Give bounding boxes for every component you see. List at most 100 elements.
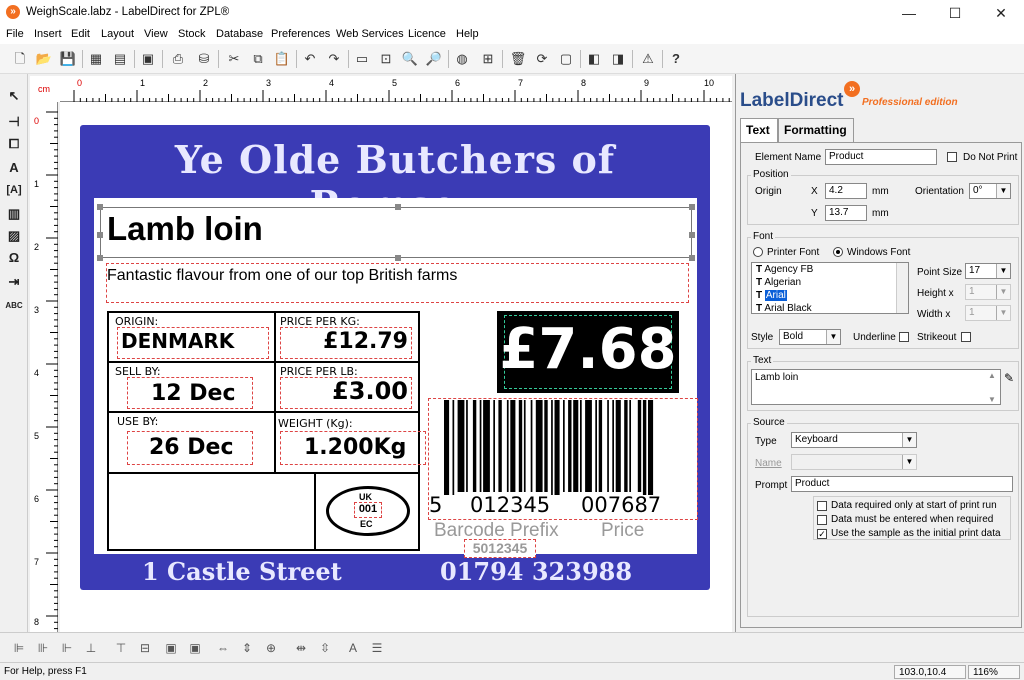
resize-handle[interactable] (689, 204, 695, 210)
paste-icon[interactable]: 📋 (272, 49, 292, 69)
same-size-icon[interactable]: ⊕ (262, 639, 280, 657)
menu-edit[interactable]: Edit (71, 28, 90, 40)
style-select[interactable]: Bold ▼ (779, 329, 841, 345)
font-list-item[interactable]: T Arial Black (756, 303, 812, 313)
resize-handle[interactable] (395, 204, 401, 210)
font-list-scrollbar[interactable] (896, 263, 908, 313)
price-per-lb-value[interactable]: £3.00 (332, 377, 408, 405)
field-icon[interactable]: ⇥ (4, 272, 24, 292)
properties-icon[interactable]: ☰ (368, 639, 386, 657)
menu-web-services[interactable]: Web Services (336, 28, 404, 40)
cut-icon[interactable]: ✂ (224, 49, 244, 69)
rfid-icon[interactable]: ABC (4, 296, 24, 316)
menu-insert[interactable]: Insert (34, 28, 62, 40)
notes-icon[interactable]: ▢ (556, 49, 576, 69)
height-select[interactable]: 1 ▼ (965, 284, 1011, 300)
zoom-out-icon[interactable]: 🔎 (424, 49, 444, 69)
align-left-icon[interactable]: ⊫ (10, 639, 28, 657)
origin-value[interactable]: DENMARK (121, 329, 234, 353)
do-not-print-checkbox[interactable] (947, 152, 957, 162)
zoom-in-icon[interactable]: 🔍 (400, 49, 420, 69)
menu-licence[interactable]: Licence (408, 28, 446, 40)
use-by-value[interactable]: 26 Dec (149, 435, 234, 460)
barcode-icon[interactable]: ▥ (4, 204, 24, 224)
font-size-icon[interactable]: A (344, 639, 362, 657)
space-horizontal-icon[interactable]: ⇹ (292, 639, 310, 657)
align-bottom-icon[interactable]: ⊥ (82, 639, 100, 657)
space-vertical-icon[interactable]: ⇳ (316, 639, 334, 657)
label-footer-phone[interactable]: 01794 323988 (440, 557, 632, 586)
menu-file[interactable]: File (6, 28, 24, 40)
menu-layout[interactable]: Layout (101, 28, 134, 40)
orientation-select[interactable]: 0° ▼ (969, 183, 1011, 199)
label-product-text[interactable]: Lamb loin (107, 210, 263, 248)
scroll-down-icon[interactable]: ▼ (988, 395, 996, 404)
resize-handle[interactable] (97, 232, 103, 238)
resize-handle[interactable] (689, 232, 695, 238)
price-value[interactable]: £7.68 (497, 317, 679, 382)
copy-icon[interactable]: ⧉ (248, 49, 268, 69)
delete-icon[interactable]: 🗑 (508, 49, 528, 69)
align-right-icon[interactable]: ⊩ (58, 639, 76, 657)
minimize-button[interactable]: — (886, 0, 932, 26)
resize-handle[interactable] (97, 204, 103, 210)
symbol-icon[interactable]: Ω (4, 248, 24, 268)
refresh-icon[interactable]: ⟳ (532, 49, 552, 69)
undo-icon[interactable]: ↶ (300, 49, 320, 69)
health-mark-number[interactable]: 001 (354, 502, 382, 518)
help-icon[interactable]: ? (666, 49, 686, 69)
print-icon[interactable]: ⎙ (168, 49, 188, 69)
pointer-icon[interactable]: ↖ (4, 86, 24, 106)
text-value-input[interactable]: Lamb loin (751, 369, 1001, 405)
windows-font-radio[interactable] (833, 247, 843, 257)
printer-font-radio[interactable] (753, 247, 763, 257)
data-entered-when-required-checkbox[interactable] (817, 515, 827, 525)
zoom-fit-icon[interactable]: ▭ (352, 49, 372, 69)
strikeout-checkbox[interactable] (961, 332, 971, 342)
origin-x-input[interactable]: 4.2 (825, 183, 867, 199)
price-box[interactable]: £7.68 (497, 311, 679, 393)
font-list-item[interactable]: T Algerian (756, 277, 801, 288)
weight-value[interactable]: 1.200Kg (304, 435, 406, 460)
picture-icon[interactable]: ▨ (4, 226, 24, 246)
font-list[interactable]: T Agency FB T Algerian T Arial T Arial B… (751, 262, 909, 314)
same-height-icon[interactable]: ⇕ (238, 639, 256, 657)
width-select[interactable]: 1 ▼ (965, 305, 1011, 321)
center-vertical-icon[interactable]: ▣ (186, 639, 204, 657)
redo-icon[interactable]: ↷ (324, 49, 344, 69)
new-file-icon[interactable]: 🗋 (10, 49, 30, 69)
origin-y-input[interactable]: 13.7 (825, 205, 867, 221)
maximize-button[interactable]: ☐ (932, 0, 978, 26)
same-width-icon[interactable]: ⇔ (214, 639, 232, 657)
prompt-input[interactable]: Product (791, 476, 1013, 492)
line-icon[interactable]: ⊣ (4, 112, 24, 132)
send-back-icon[interactable]: ◨ (608, 49, 628, 69)
align-middle-icon[interactable]: ⊟ (136, 639, 154, 657)
name-select[interactable]: ▼ (791, 454, 917, 470)
lock-icon[interactable]: ⚠ (638, 49, 658, 69)
price-per-kg-value[interactable]: £12.79 (323, 329, 408, 354)
font-list-item[interactable]: T Agency FB (756, 264, 813, 275)
text-box-icon[interactable]: [A] (4, 180, 24, 200)
edit-text-icon[interactable]: ✎ (1004, 371, 1014, 385)
box-icon[interactable]: ⧠ (4, 134, 24, 154)
save-icon[interactable]: 💾 (58, 49, 78, 69)
resize-handle[interactable] (395, 255, 401, 261)
text-icon[interactable]: A (4, 158, 24, 178)
element-name-input[interactable]: Product (825, 149, 937, 165)
type-select[interactable]: Keyboard ▼ (791, 432, 917, 448)
underline-checkbox[interactable] (899, 332, 909, 342)
use-sample-checkbox[interactable]: ✓ (817, 529, 827, 539)
sell-by-value[interactable]: 12 Dec (151, 381, 236, 406)
label-footer-address[interactable]: 1 Castle Street (142, 557, 342, 586)
align-top-icon[interactable]: ⊤ (112, 639, 130, 657)
align-center-icon[interactable]: ⊪ (34, 639, 52, 657)
tab-formatting[interactable]: Formatting (778, 118, 854, 142)
point-size-select[interactable]: 17 ▼ (965, 263, 1011, 279)
menu-preferences[interactable]: Preferences (271, 28, 330, 40)
zoom-actual-icon[interactable]: ⊡ (376, 49, 396, 69)
open-folder-icon[interactable]: 📂 (34, 49, 54, 69)
bring-front-icon[interactable]: ◧ (584, 49, 604, 69)
database-icon[interactable]: ⛁ (194, 49, 214, 69)
page-setup-icon[interactable]: ▣ (138, 49, 158, 69)
